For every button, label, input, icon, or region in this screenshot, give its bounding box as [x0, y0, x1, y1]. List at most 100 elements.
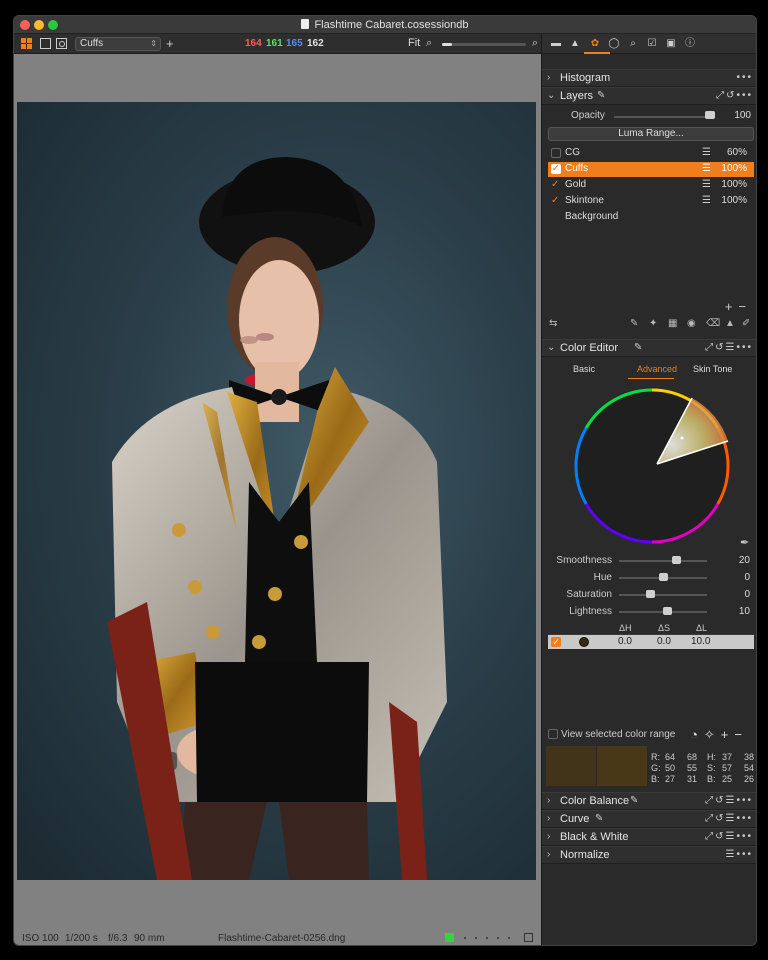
magic-brush-icon[interactable]: ✦: [649, 318, 657, 329]
readout-value: 64: [665, 752, 676, 762]
radial-icon[interactable]: ◉: [687, 318, 696, 329]
lightness-value[interactable]: 10: [739, 606, 750, 617]
color-icon[interactable]: ✿: [589, 38, 601, 49]
layers-header[interactable]: ⌄ Layers ✎ ⤢↺•••: [542, 87, 756, 105]
crosshair-icon[interactable]: +: [166, 36, 174, 51]
brush-icon[interactable]: ✎: [630, 318, 638, 329]
chevron-updown-icon: ⇕: [150, 39, 157, 48]
delta-l-value: 10.0: [691, 636, 711, 647]
close-window-button[interactable]: [20, 20, 30, 30]
pencil-icon[interactable]: ✎: [630, 795, 638, 806]
zoom-slider[interactable]: ⌕ ⌕: [426, 37, 538, 51]
color-tag[interactable]: [445, 933, 454, 942]
normalize-header[interactable]: › Normalize ☰•••: [542, 846, 756, 864]
layer-checkbox[interactable]: ✓: [551, 180, 561, 190]
curve-header-tools[interactable]: ⤢↺☰•••: [705, 813, 753, 824]
color-balance-header-tools[interactable]: ⤢↺☰•••: [705, 795, 753, 806]
eraser-icon[interactable]: ⌫: [706, 318, 720, 329]
color-range-checkbox[interactable]: ✓: [551, 637, 561, 647]
opacity-track[interactable]: [614, 116, 714, 118]
curve-header[interactable]: › Curve ✎ ⤢↺☰•••: [542, 810, 756, 828]
tab-advanced[interactable]: Advanced: [637, 364, 677, 374]
layer-row-skintone[interactable]: ✓ Skintone ☰ 100%: [548, 194, 754, 209]
zoom-out-icon[interactable]: ⌕: [426, 37, 432, 50]
normalize-header-tools[interactable]: ☰•••: [726, 849, 753, 860]
view-range-checkbox[interactable]: [548, 729, 558, 739]
color-editor-tabs: Basic Advanced Skin Tone: [542, 364, 756, 378]
color-wheel[interactable]: [572, 386, 732, 546]
rating-star[interactable]: [464, 937, 466, 939]
black-white-header[interactable]: › Black & White ⤢↺☰•••: [542, 828, 756, 846]
layer-checkbox[interactable]: ✓: [551, 196, 561, 206]
gradient-icon[interactable]: ▦: [668, 318, 677, 329]
camera-icon[interactable]: ▲: [569, 38, 581, 49]
rating-star[interactable]: [475, 937, 477, 939]
compare-view-icon[interactable]: [56, 38, 67, 49]
rating-star[interactable]: [497, 937, 499, 939]
search-icon[interactable]: ⌕: [627, 38, 639, 49]
color-range-row[interactable]: ✓ 0.0 0.0 10.0: [548, 635, 754, 649]
minimize-window-button[interactable]: [34, 20, 44, 30]
lens-icon[interactable]: ◯: [608, 38, 620, 49]
rating-star[interactable]: [486, 937, 488, 939]
filmstrip-icon[interactable]: [524, 933, 533, 942]
saturation-value[interactable]: 0: [744, 589, 750, 600]
smoothness-value[interactable]: 20: [739, 555, 750, 566]
layer-checkbox[interactable]: [551, 148, 561, 158]
tab-skin-tone[interactable]: Skin Tone: [693, 364, 732, 374]
pencil-icon[interactable]: ✎: [595, 813, 603, 824]
saturation-track[interactable]: [619, 594, 707, 596]
smoothness-knob[interactable]: [672, 556, 681, 564]
image-viewer[interactable]: ISO 100 1/200 s f/6.3 90 mm Flashtime-Ca…: [14, 54, 541, 945]
lightness-knob[interactable]: [663, 607, 672, 615]
saturation-knob[interactable]: [646, 590, 655, 598]
saturation-slider[interactable]: Saturation 0: [542, 588, 756, 602]
layer-name: Cuffs: [565, 163, 589, 174]
layer-row-cuffs[interactable]: ✓ Cuffs ☰ 100%: [548, 162, 754, 177]
info-icon[interactable]: ⓘ: [684, 38, 696, 49]
hue-slider[interactable]: Hue 0: [542, 571, 756, 585]
zoom-in-icon[interactable]: ⌕: [532, 37, 538, 50]
maximize-window-button[interactable]: [48, 20, 58, 30]
photo-preview[interactable]: [17, 102, 536, 880]
view-range-tools[interactable]: ◔✧+−: [690, 727, 748, 743]
color-balance-header[interactable]: › Color Balance ✎ ⤢↺☰•••: [542, 792, 756, 810]
sliders-icon: ☰: [702, 179, 711, 190]
opacity-slider-knob[interactable]: [705, 111, 715, 119]
after-swatch: [597, 746, 647, 786]
pen-icon[interactable]: ✐: [742, 318, 750, 329]
rating-star[interactable]: [508, 937, 510, 939]
tab-basic[interactable]: Basic: [573, 364, 595, 374]
camera-body-icon[interactable]: ▣: [665, 38, 677, 49]
layer-row-cg[interactable]: CG ☰ 60%: [548, 146, 754, 161]
layer-select[interactable]: Cuffs ⇕: [75, 37, 161, 51]
single-view-icon[interactable]: [40, 38, 51, 49]
black-white-header-tools[interactable]: ⤢↺☰•••: [705, 831, 753, 842]
hue-knob[interactable]: [659, 573, 668, 581]
color-editor-header[interactable]: ⌄ Color Editor ✎ ⤢↺☰•••: [542, 339, 756, 357]
stamp-icon[interactable]: ▲: [725, 318, 735, 329]
hue-value[interactable]: 0: [744, 572, 750, 583]
lightness-slider[interactable]: Lightness 10: [542, 605, 756, 619]
histogram-header[interactable]: › Histogram •••: [542, 69, 756, 87]
checklist-icon[interactable]: ☑: [646, 38, 658, 49]
luma-range-button[interactable]: Luma Range...: [548, 127, 754, 141]
folder-icon[interactable]: ▬: [550, 38, 562, 49]
smoothness-track[interactable]: [619, 560, 707, 562]
swap-icon[interactable]: ⇆: [549, 318, 557, 329]
zoom-fit-button[interactable]: Fit: [408, 37, 420, 49]
layer-checkbox[interactable]: ✓: [551, 164, 561, 174]
layer-row-background[interactable]: Background: [548, 210, 754, 225]
grid-view-icon[interactable]: [21, 38, 32, 49]
pencil-icon[interactable]: ✎: [597, 90, 605, 101]
smoothness-slider[interactable]: Smoothness 20: [542, 554, 756, 568]
more-icon[interactable]: •••: [736, 72, 753, 83]
pencil-icon[interactable]: ✎: [634, 342, 642, 353]
color-editor-header-tools[interactable]: ⤢↺☰•••: [705, 342, 753, 353]
opacity-value[interactable]: 100: [723, 110, 751, 121]
tools-panel: ▬ ▲ ✿ ◯ ⌕ ☑ ▣ ⓘ › Histogram ••• ⌄ Layers…: [541, 34, 756, 945]
layer-add-remove[interactable]: +−: [725, 299, 752, 314]
color-picker-icon[interactable]: ✒: [740, 536, 749, 549]
layers-header-tools[interactable]: ⤢↺•••: [716, 90, 753, 101]
layer-row-gold[interactable]: ✓ Gold ☰ 100%: [548, 178, 754, 193]
